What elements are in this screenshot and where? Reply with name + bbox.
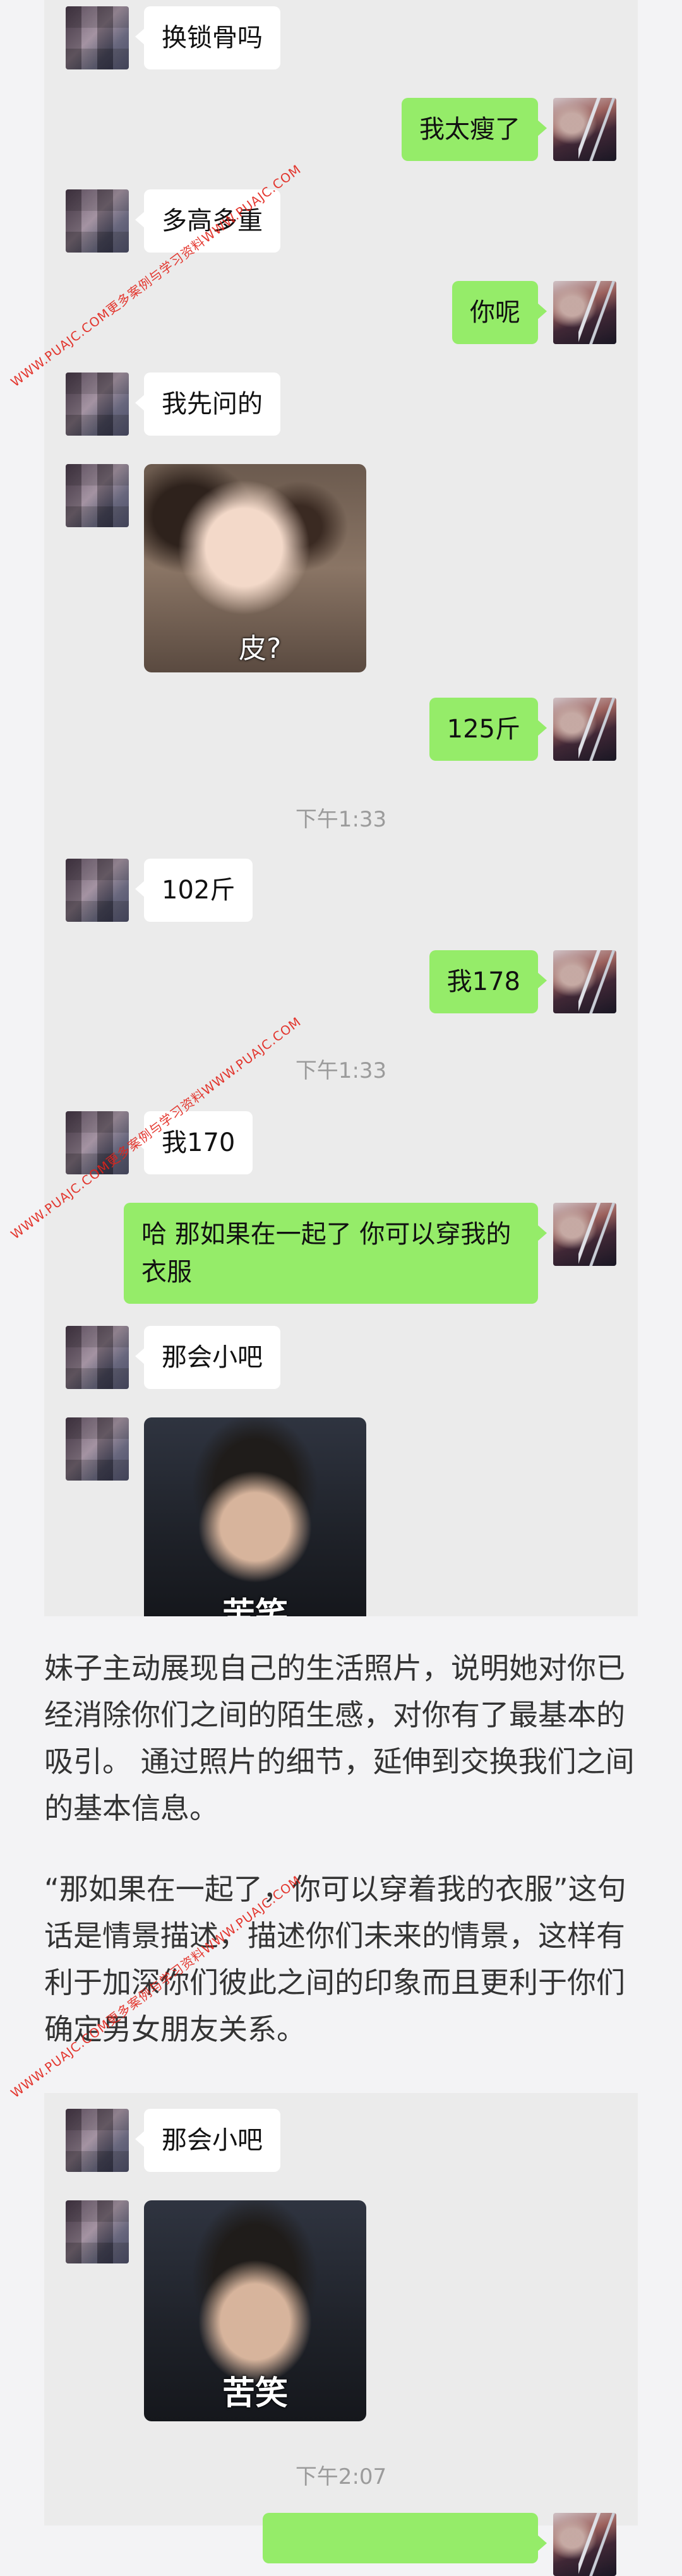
boy-sticker-image[interactable]: 苦笑	[144, 2200, 366, 2421]
message-bubble-sent[interactable]: 你呢	[452, 281, 547, 344]
message-bubble-sent[interactable]: 哈 那如果在一起了 你可以穿我的衣服	[124, 1203, 547, 1304]
message-timestamp: 下午2:07	[295, 2464, 387, 2490]
my-avatar[interactable]	[553, 950, 616, 1013]
article-paragraph-1: 妹子主动展现自己的生活照片，说明她对你已经消除你们之间的陌生感，对你有了最基本的…	[44, 1651, 635, 1825]
my-avatar[interactable]	[553, 98, 616, 161]
message-bubble-sent[interactable]: 我178	[429, 950, 547, 1013]
my-avatar[interactable]	[553, 281, 616, 344]
contact-avatar[interactable]	[66, 1417, 129, 1481]
message-timestamp: 下午1:33	[295, 807, 387, 832]
contact-avatar[interactable]	[66, 2109, 129, 2172]
my-avatar[interactable]	[553, 2513, 616, 2576]
boy-sticker-image[interactable]: 苦笑	[144, 1417, 366, 1616]
message-bubble-received[interactable]: 换锁骨吗	[135, 6, 280, 69]
contact-avatar[interactable]	[66, 2200, 129, 2263]
message-bubble-sent-partial[interactable]	[263, 2513, 547, 2563]
sticker-caption: 苦笑	[222, 1596, 288, 1616]
contact-avatar[interactable]	[66, 464, 129, 527]
contact-avatar[interactable]	[66, 189, 129, 253]
contact-avatar[interactable]	[66, 859, 129, 922]
contact-avatar[interactable]	[66, 6, 129, 69]
girl-sticker-image[interactable]: 皮?	[144, 464, 366, 672]
message-bubble-sent[interactable]: 我太瘦了	[402, 98, 547, 161]
message-bubble-received[interactable]: 102斤	[135, 859, 253, 922]
chat-panel-1: 换锁骨吗 我太瘦了 多高多重 你呢 我先问的 皮? 125斤 下午1:33 10…	[44, 0, 638, 1616]
chat-panel-2: 那会小吧 苦笑 下午2:07	[44, 2093, 638, 2576]
message-bubble-received[interactable]: 那会小吧	[135, 2109, 280, 2172]
message-bubble-received[interactable]: 我先问的	[135, 373, 280, 436]
message-bubble-sent[interactable]: 125斤	[429, 698, 547, 761]
contact-avatar[interactable]	[66, 373, 129, 436]
message-bubble-received[interactable]: 那会小吧	[135, 1326, 280, 1389]
my-avatar[interactable]	[553, 698, 616, 761]
sticker-caption: 皮?	[239, 633, 282, 665]
message-timestamp: 下午1:33	[295, 1058, 387, 1083]
my-avatar[interactable]	[553, 1203, 616, 1266]
contact-avatar[interactable]	[66, 1326, 129, 1389]
article-paragraph-2: “那如果在一起了，你可以穿着我的衣服”这句话是情景描述，描述你们未来的情景，这样…	[44, 1872, 626, 2046]
sticker-caption: 苦笑	[222, 2375, 288, 2412]
